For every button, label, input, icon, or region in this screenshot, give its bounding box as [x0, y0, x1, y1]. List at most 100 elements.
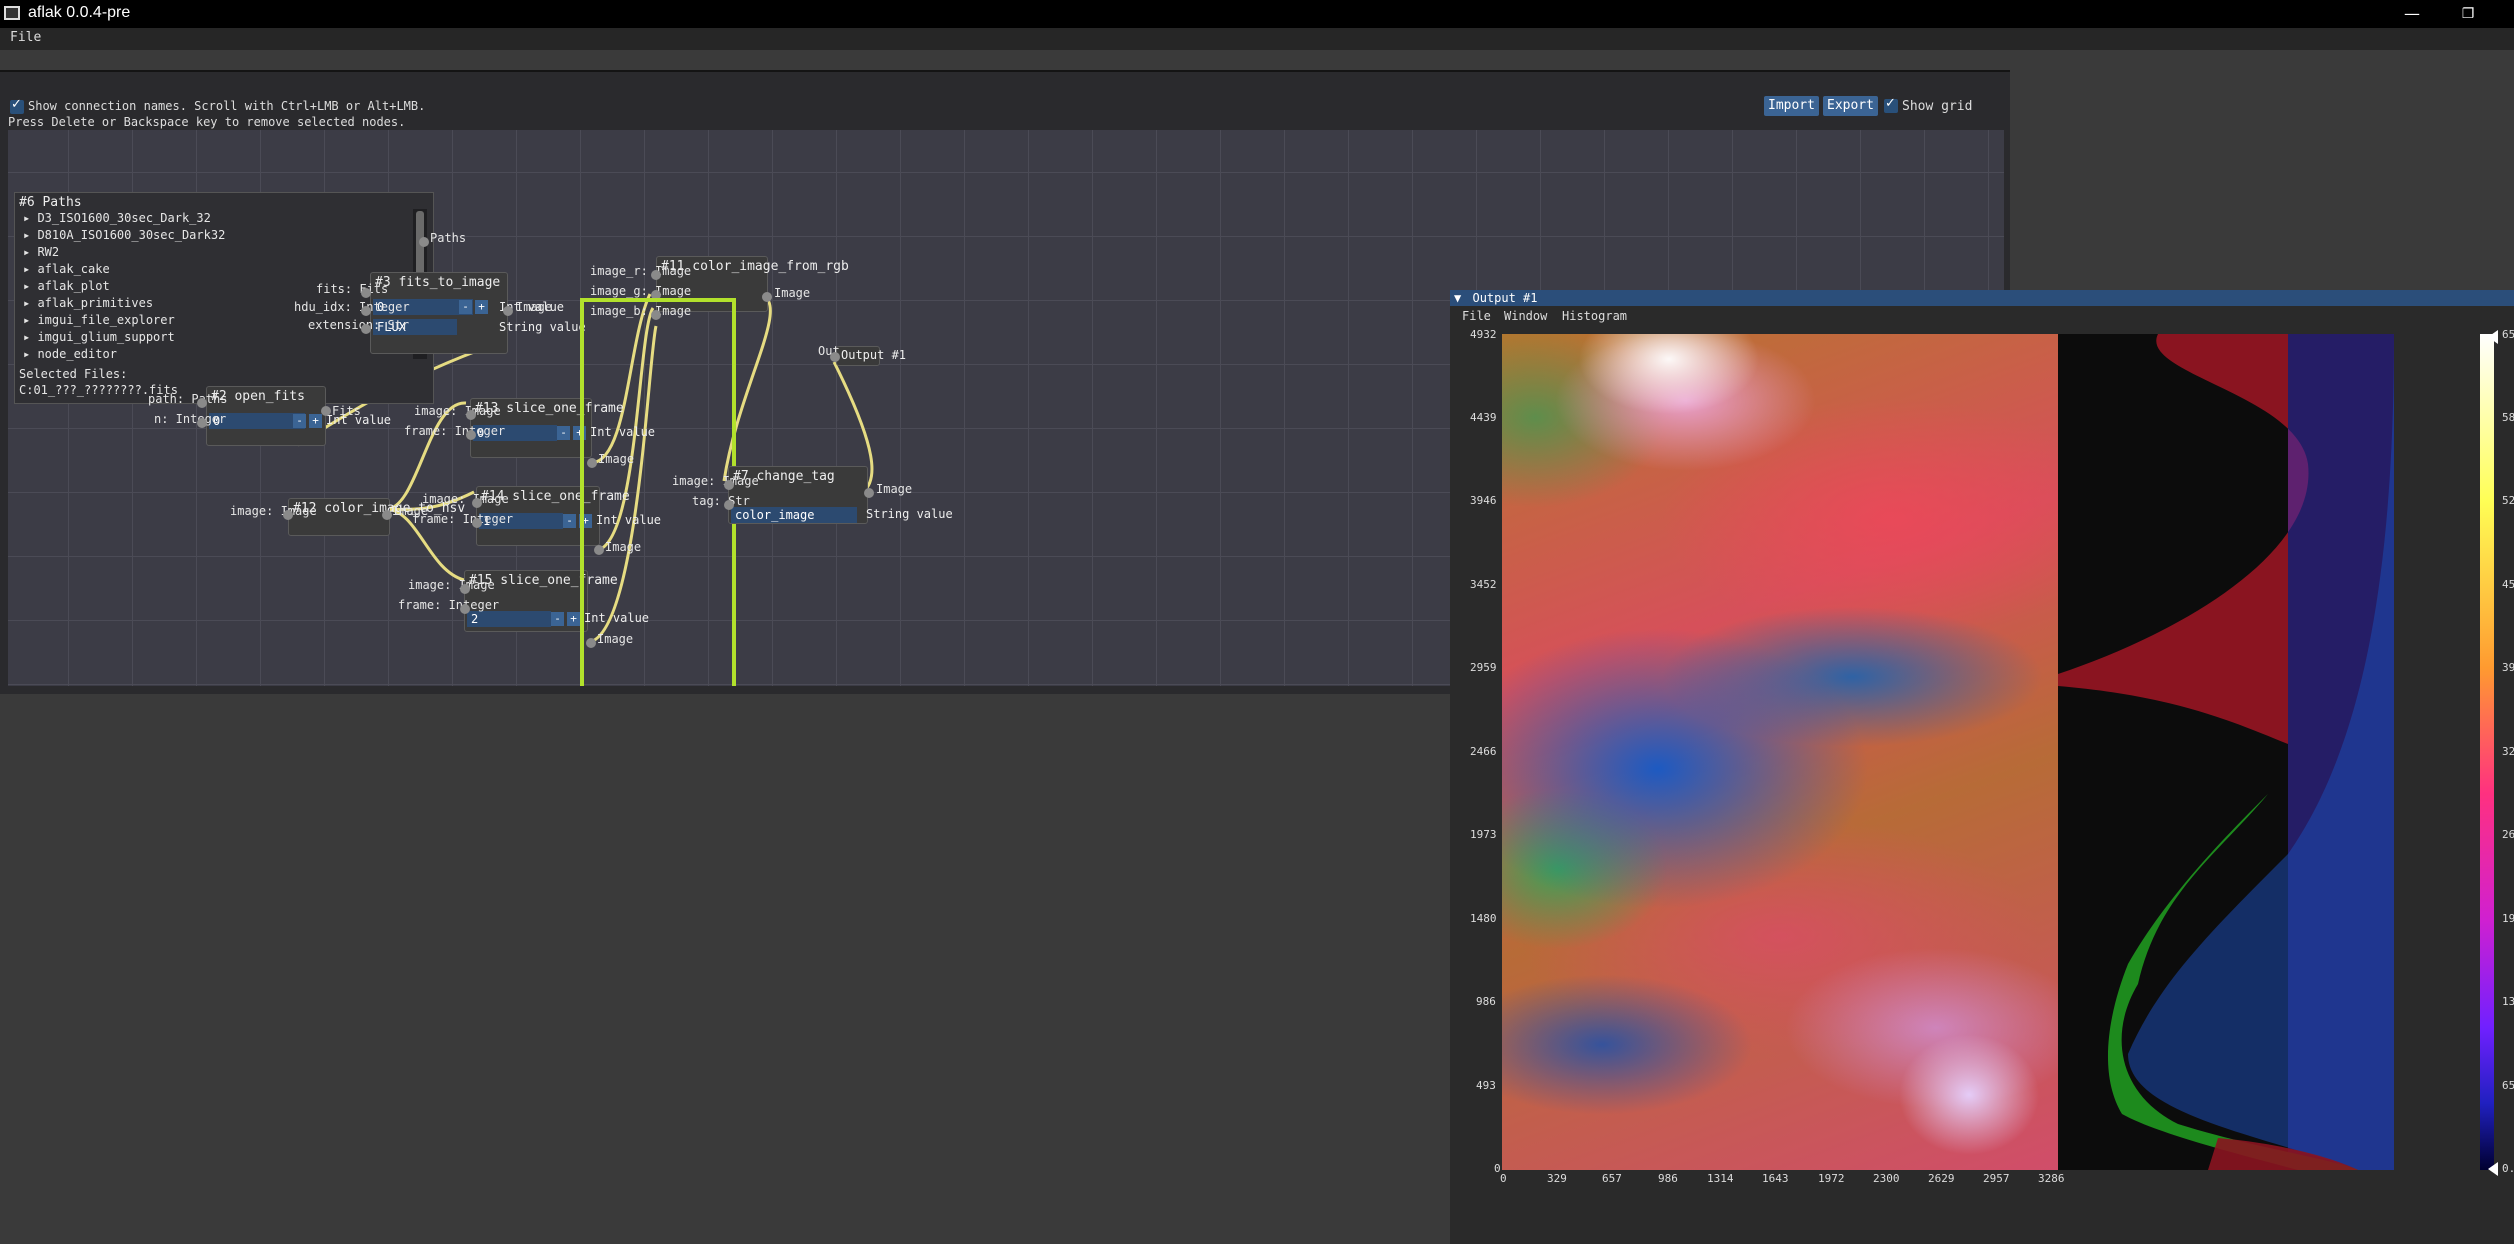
selected-files-label: Selected Files: [19, 367, 128, 381]
x-tick: 3286 [2038, 1172, 2065, 1185]
input-port[interactable] [724, 500, 734, 510]
y-tick: 986 [1476, 995, 1496, 1008]
x-tick: 1972 [1818, 1172, 1845, 1185]
maximize-button[interactable]: ❐ [2448, 2, 2488, 26]
output-port[interactable] [503, 306, 513, 316]
increment-button[interactable]: + [567, 612, 580, 626]
output-window-title-bar[interactable]: ▼ Output #1 [1450, 290, 2514, 306]
port-label: Fits [332, 404, 361, 418]
title-bar: aflak 0.0.4-pre — ❐ [0, 0, 2514, 28]
increment-button[interactable]: + [309, 414, 322, 428]
path-item[interactable]: ▸ imgui_file_explorer [23, 313, 175, 327]
minimize-button[interactable]: — [2392, 2, 2432, 26]
path-item[interactable]: ▸ node_editor [23, 347, 117, 361]
port-label: image: Image [230, 504, 317, 518]
output-menu-histogram[interactable]: Histogram [1562, 309, 1627, 323]
collapse-arrow-icon[interactable]: ▼ [1454, 291, 1461, 305]
port-label: image: Image [414, 404, 501, 418]
frame-field[interactable]: 2 [467, 611, 551, 627]
increment-button[interactable]: + [475, 300, 488, 314]
output-image[interactable] [1502, 334, 2058, 1170]
input-port[interactable] [361, 324, 371, 334]
output-menubar: File Window Histogram [1450, 306, 2514, 326]
input-port[interactable] [724, 480, 734, 490]
show-grid-checkbox[interactable] [1884, 96, 1898, 113]
output-window[interactable]: ▼ Output #1 File Window Histogram 4932 4… [1450, 290, 2514, 1244]
output-port[interactable] [382, 510, 392, 520]
decrement-button[interactable]: - [563, 514, 576, 528]
decrement-button[interactable]: - [551, 612, 564, 626]
port-label: n: Integer [154, 412, 227, 426]
output-port[interactable] [864, 488, 874, 498]
menu-file[interactable]: File [10, 30, 41, 45]
input-port[interactable] [361, 306, 371, 316]
input-port[interactable] [283, 510, 293, 520]
paths-out-label: Paths [430, 231, 467, 245]
port-label: Image [876, 482, 913, 496]
input-port[interactable] [830, 352, 840, 362]
input-port[interactable] [472, 518, 482, 528]
port-label: Image [774, 286, 811, 300]
port-label: image: Image [422, 492, 509, 506]
x-tick: 986 [1658, 1172, 1678, 1185]
decrement-button[interactable]: - [459, 300, 472, 314]
colorbar-min-handle-icon[interactable] [2488, 1162, 2498, 1176]
y-tick: 3946 [1470, 494, 1497, 507]
import-button[interactable]: Import [1764, 96, 1819, 116]
port-label: frame: Integer [398, 598, 500, 612]
x-tick: 2629 [1928, 1172, 1955, 1185]
show-grid-label: Show grid [1902, 99, 1973, 114]
path-item[interactable]: ▸ D810A_ISO1600_30sec_Dark32 [23, 228, 225, 242]
field-type-label: String value [499, 320, 586, 334]
port-label: tag: Str [692, 494, 750, 508]
input-port[interactable] [460, 584, 470, 594]
output-node[interactable]: Output #1 [836, 346, 906, 366]
output-port[interactable] [321, 406, 331, 416]
window-title: aflak 0.0.4-pre [28, 4, 131, 21]
path-item[interactable]: ▸ aflak_plot [23, 279, 110, 293]
export-button[interactable]: Export [1823, 96, 1878, 116]
input-port[interactable] [651, 270, 661, 280]
show-connection-names-checkbox[interactable] [10, 97, 24, 114]
port-label: path: Paths [148, 392, 228, 406]
colorbar-label: 32767.51 [2502, 745, 2514, 758]
colorbar-label: 13107.00 [2502, 995, 2514, 1008]
decrement-button[interactable]: - [293, 414, 306, 428]
input-port[interactable] [460, 604, 470, 614]
port-label: image: Image [408, 578, 495, 592]
y-tick: 4932 [1470, 328, 1497, 341]
editor-header: Show connection names. Scroll with Ctrl+… [0, 72, 2010, 130]
histogram-panel[interactable] [2058, 334, 2394, 1170]
output-menu-window[interactable]: Window [1504, 309, 1547, 323]
input-port[interactable] [197, 418, 207, 428]
output-port[interactable] [762, 292, 772, 302]
path-item[interactable]: ▸ RW2 [23, 245, 59, 259]
port-label: fits: Fits [316, 282, 389, 296]
y-tick: 1480 [1470, 912, 1497, 925]
node-title: #3 fits_to_image [375, 275, 501, 290]
colorbar-label: 6553.50 [2502, 1079, 2514, 1092]
field-type-label: String value [866, 507, 953, 521]
selection-rectangle [580, 298, 736, 686]
input-port[interactable] [466, 410, 476, 420]
input-port[interactable] [472, 498, 482, 508]
path-item[interactable]: ▸ imgui_glium_support [23, 330, 175, 344]
path-item[interactable]: ▸ aflak_cake [23, 262, 110, 276]
output-menu-file[interactable]: File [1462, 309, 1491, 323]
path-item[interactable]: ▸ D3_ISO1600_30sec_Dark_32 [23, 211, 211, 225]
port-label: image_r: Image [590, 264, 692, 278]
x-tick: 2300 [1873, 1172, 1900, 1185]
input-port[interactable] [361, 288, 371, 298]
port-label: hdu_idx: Integer [294, 300, 410, 314]
output-window-title: Output #1 [1472, 291, 1538, 305]
colorbar-max-handle-icon[interactable] [2488, 330, 2498, 344]
y-tick: 2959 [1470, 661, 1497, 674]
paths-out-port[interactable] [419, 237, 429, 247]
colorbar[interactable] [2480, 334, 2494, 1170]
tag-field[interactable]: color_image [731, 507, 857, 523]
port-label: frame: Integer [404, 424, 506, 438]
input-port[interactable] [466, 430, 476, 440]
input-port[interactable] [197, 398, 207, 408]
decrement-button[interactable]: - [557, 426, 570, 440]
path-item[interactable]: ▸ aflak_primitives [23, 296, 153, 310]
